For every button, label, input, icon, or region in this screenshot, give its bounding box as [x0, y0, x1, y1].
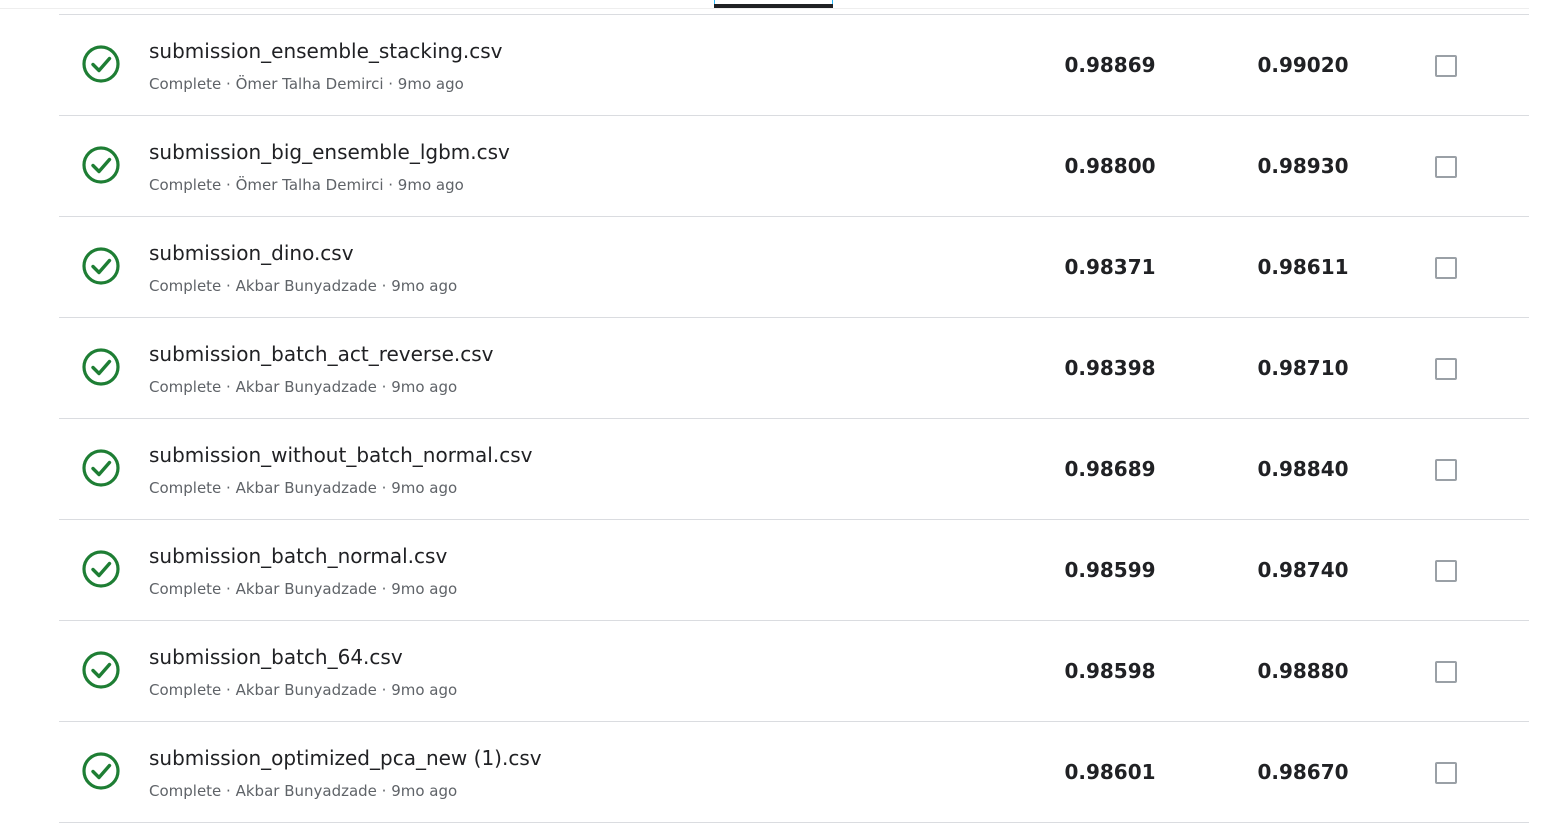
submission-meta: Complete · Akbar Bunyadzade · 9mo ago [149, 479, 458, 497]
submission-meta: Complete · Akbar Bunyadzade · 9mo ago [149, 277, 458, 295]
submissions-list: submission_ensemble_stacking.csv Complet… [59, 15, 1529, 823]
check-circle-icon [82, 752, 120, 790]
submission-row: submission_big_ensemble_lgbm.csv Complet… [59, 116, 1529, 217]
private-score: 0.98689 [1064, 457, 1156, 481]
select-checkbox[interactable] [1435, 459, 1457, 481]
private-score: 0.98800 [1064, 154, 1156, 178]
submission-filename[interactable]: submission_batch_normal.csv [149, 544, 447, 568]
submission-row: submission_ensemble_stacking.csv Complet… [59, 15, 1529, 116]
submission-filename[interactable]: submission_batch_64.csv [149, 645, 403, 669]
submission-meta: Complete · Akbar Bunyadzade · 9mo ago [149, 681, 458, 699]
check-circle-icon [82, 45, 120, 83]
select-checkbox[interactable] [1435, 661, 1457, 683]
submission-row: submission_batch_normal.csv Complete · A… [59, 520, 1529, 621]
public-score: 0.98880 [1257, 659, 1349, 683]
submission-filename[interactable]: submission_big_ensemble_lgbm.csv [149, 140, 510, 164]
submission-row: submission_batch_act_reverse.csv Complet… [59, 318, 1529, 419]
public-score: 0.98930 [1257, 154, 1349, 178]
select-checkbox[interactable] [1435, 358, 1457, 380]
public-score: 0.99020 [1257, 53, 1349, 77]
submission-row: submission_optimized_pca_new (1).csv Com… [59, 722, 1529, 823]
submission-meta: Complete · Akbar Bunyadzade · 9mo ago [149, 378, 458, 396]
select-checkbox[interactable] [1435, 560, 1457, 582]
private-score: 0.98869 [1064, 53, 1156, 77]
public-score: 0.98670 [1257, 760, 1349, 784]
check-circle-icon [82, 247, 120, 285]
private-score: 0.98398 [1064, 356, 1156, 380]
check-circle-icon [82, 146, 120, 184]
public-score: 0.98840 [1257, 457, 1349, 481]
submission-filename[interactable]: submission_batch_act_reverse.csv [149, 342, 493, 366]
check-circle-icon [82, 550, 120, 588]
public-score: 0.98710 [1257, 356, 1349, 380]
select-checkbox[interactable] [1435, 762, 1457, 784]
public-score: 0.98611 [1257, 255, 1349, 279]
private-score: 0.98601 [1064, 760, 1156, 784]
private-score: 0.98599 [1064, 558, 1156, 582]
select-checkbox[interactable] [1435, 156, 1457, 178]
submission-row: submission_batch_64.csv Complete · Akbar… [59, 621, 1529, 722]
submission-row: submission_without_batch_normal.csv Comp… [59, 419, 1529, 520]
header-divider [0, 8, 1529, 9]
submission-meta: Complete · Akbar Bunyadzade · 9mo ago [149, 782, 458, 800]
submission-filename[interactable]: submission_dino.csv [149, 241, 354, 265]
select-checkbox[interactable] [1435, 55, 1457, 77]
submission-filename[interactable]: submission_optimized_pca_new (1).csv [149, 746, 542, 770]
active-tab-indicator [714, 4, 833, 8]
check-circle-icon [82, 449, 120, 487]
private-score: 0.98598 [1064, 659, 1156, 683]
public-score: 0.98740 [1257, 558, 1349, 582]
submission-filename[interactable]: submission_without_batch_normal.csv [149, 443, 532, 467]
select-checkbox[interactable] [1435, 257, 1457, 279]
submission-row: submission_dino.csv Complete · Akbar Bun… [59, 217, 1529, 318]
check-circle-icon [82, 651, 120, 689]
submission-meta: Complete · Ömer Talha Demirci · 9mo ago [149, 75, 464, 93]
check-circle-icon [82, 348, 120, 386]
submission-meta: Complete · Akbar Bunyadzade · 9mo ago [149, 580, 458, 598]
submission-filename[interactable]: submission_ensemble_stacking.csv [149, 39, 503, 63]
submission-meta: Complete · Ömer Talha Demirci · 9mo ago [149, 176, 464, 194]
private-score: 0.98371 [1064, 255, 1156, 279]
